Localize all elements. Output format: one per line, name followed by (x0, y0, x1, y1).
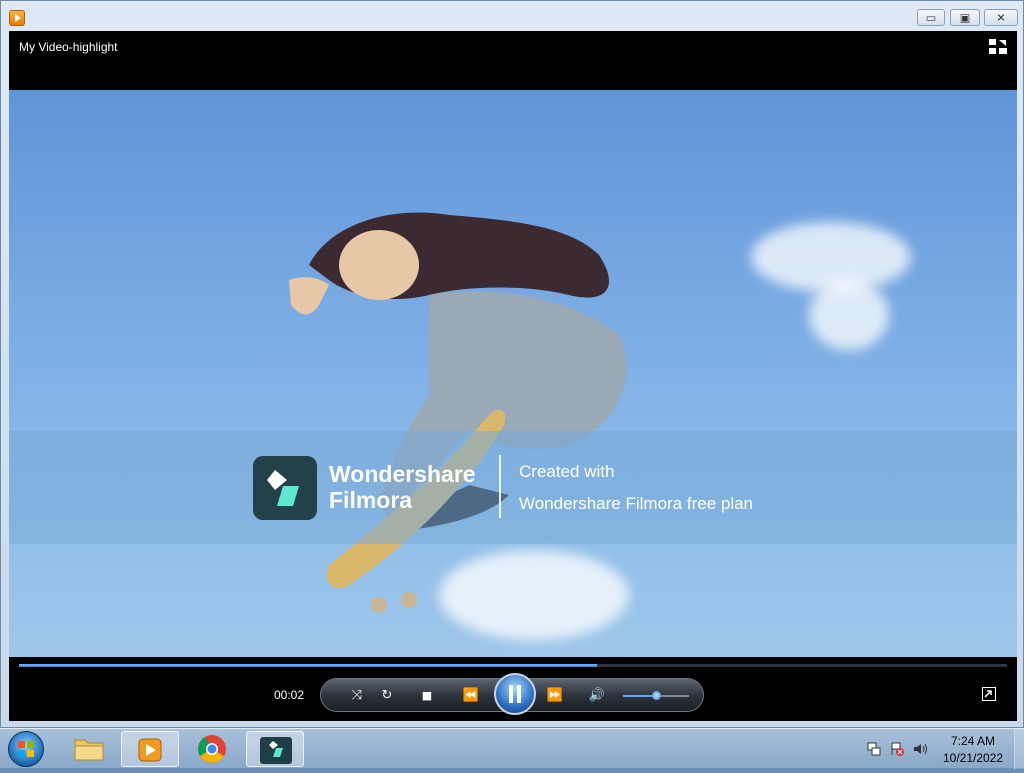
repeat-button[interactable]: ↻ (377, 686, 397, 706)
watermark-brand-line2: Filmora (329, 487, 413, 513)
chrome-icon (198, 735, 226, 763)
volume-slider[interactable] (623, 691, 689, 700)
title-bar[interactable]: ▭ ▣ ✕ (1, 1, 1023, 31)
cloud (809, 280, 889, 350)
taskbar-explorer[interactable] (60, 731, 118, 767)
folder-icon (74, 739, 104, 761)
next-icon: ⏩ (546, 688, 564, 703)
skateboarder-image (289, 212, 627, 613)
shuffle-icon: ⤨ (351, 688, 363, 703)
filmora-icon (260, 737, 292, 764)
video-frame[interactable]: Wondershare Filmora Created with Wonders… (9, 90, 1017, 657)
network-icon[interactable] (867, 742, 881, 756)
next-button[interactable]: ⏩ (543, 686, 567, 706)
previous-icon: ⏪ (462, 688, 480, 703)
watermark-plan-text: Wondershare Filmora free plan (519, 494, 754, 513)
close-button[interactable]: ✕ (984, 9, 1018, 26)
stop-button[interactable]: ■ (417, 686, 437, 706)
filmora-watermark: Wondershare Filmora Created with Wonders… (9, 431, 1017, 544)
media-player-app-icon[interactable] (9, 10, 25, 26)
taskbar-filmora[interactable] (246, 731, 304, 767)
fullscreen-icon[interactable] (982, 687, 996, 701)
taskbar-media-player[interactable] (121, 731, 179, 767)
player-area[interactable]: My Video-highlight Wondershare Filmora C… (9, 31, 1017, 721)
clock-date[interactable]: 10/21/2022 (936, 751, 1010, 765)
show-desktop-button[interactable] (1014, 729, 1024, 769)
windows-logo-icon (18, 741, 34, 757)
watermark-brand-line1: Wondershare (329, 461, 476, 487)
clock-time[interactable]: 7:24 AM (936, 734, 1010, 748)
filmora-logo-icon (253, 456, 317, 520)
media-player-icon (138, 738, 162, 762)
video-title: My Video-highlight (19, 40, 118, 54)
system-tray (866, 741, 936, 757)
minimize-button[interactable]: ▭ (917, 9, 945, 26)
watermark-divider (499, 455, 501, 518)
seek-bar[interactable] (19, 664, 1007, 667)
cloud (751, 222, 911, 292)
watermark-created-with: Created with (519, 462, 615, 481)
media-player-window: ▭ ▣ ✕ My Video-highlight Wondershare Fil… (0, 0, 1024, 728)
stop-icon: ■ (421, 689, 433, 702)
pause-icon (509, 685, 521, 703)
close-icon: ✕ (996, 11, 1006, 24)
start-button[interactable] (8, 731, 44, 767)
elapsed-time: 00:02 (274, 688, 305, 702)
maximize-icon: ▣ (959, 11, 971, 24)
taskbar-chrome[interactable] (183, 731, 241, 767)
pause-button[interactable] (494, 673, 536, 715)
repeat-icon: ↻ (381, 688, 393, 703)
mute-button[interactable]: 🔊 (587, 686, 607, 706)
volume-tray-icon[interactable] (914, 743, 927, 755)
volume-icon: 🔊 (588, 688, 606, 703)
maximize-button[interactable]: ▣ (950, 9, 980, 26)
playback-controls: ⤨ ↻ ■ ⏪ ⏩ 🔊 (320, 673, 704, 715)
minimize-icon: ▭ (925, 11, 937, 24)
previous-button[interactable]: ⏪ (459, 686, 483, 706)
shuffle-button[interactable]: ⤨ (347, 686, 367, 706)
watermark-brand: Wondershare Filmora (329, 461, 476, 513)
volume-knob[interactable] (652, 691, 661, 700)
seek-bar-progress (19, 664, 597, 667)
switch-to-library-icon[interactable] (989, 39, 1007, 55)
taskbar: 7:24 AM 10/21/2022 (0, 728, 1024, 769)
action-center-icon[interactable] (891, 742, 904, 756)
